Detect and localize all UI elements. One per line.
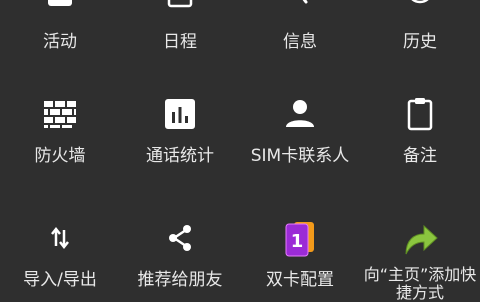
grid-item-activity[interactable]: 活动 [0,0,120,52]
grid-item-firewall[interactable]: 防火墙 [0,94,120,166]
grid-item-label: 双卡配置 [266,270,334,290]
grid-item-message[interactable]: 信息 [240,0,360,52]
grid-item-label: 推荐给朋友 [137,270,223,290]
shortcut-arrow-icon [400,218,440,258]
grid-item-home-shortcut[interactable]: 向“主页”添加快捷方式 [360,218,480,302]
grid-item-label: 防火墙 [34,146,86,166]
grid-item-label: 日程 [163,32,197,52]
grid-item-label: 活动 [43,32,77,52]
calendar-icon [160,0,200,20]
grid-item-label: 通话统计 [146,146,214,166]
grid-item-label: SIM卡联系人 [250,146,350,166]
grid-item-call-stats[interactable]: 通话统计 [120,94,240,166]
grid-item-dual-sim[interactable]: 1 双卡配置 [240,218,360,290]
grid-item-calendar[interactable]: 日程 [120,0,240,52]
dual-sim-icon: 1 [280,218,320,258]
grid-item-label: 向“主页”添加快捷方式 [363,265,477,302]
grid-item-sim-contacts[interactable]: SIM卡联系人 [240,94,360,166]
message-icon [280,0,320,20]
history-icon [400,0,440,20]
tool-grid: 活动 日程 信息 历史 防火墙 通话统计 SIM卡联系人 备注 导入/导出 推荐… [0,0,480,302]
grid-item-notes[interactable]: 备注 [360,94,480,166]
activity-icon [40,0,80,20]
share-icon [160,218,200,258]
grid-item-history[interactable]: 历史 [360,0,480,52]
grid-item-label: 备注 [403,146,437,166]
person-icon [280,94,320,134]
grid-item-label: 信息 [283,32,317,52]
grid-item-share[interactable]: 推荐给朋友 [120,218,240,290]
import-export-icon [40,218,80,258]
grid-item-label: 导入/导出 [23,270,97,290]
grid-item-import-export[interactable]: 导入/导出 [0,218,120,290]
svg-text:1: 1 [291,231,304,252]
clipboard-icon [400,94,440,134]
grid-item-label: 历史 [403,32,437,52]
firewall-icon [40,94,80,134]
bar-chart-icon [160,94,200,134]
